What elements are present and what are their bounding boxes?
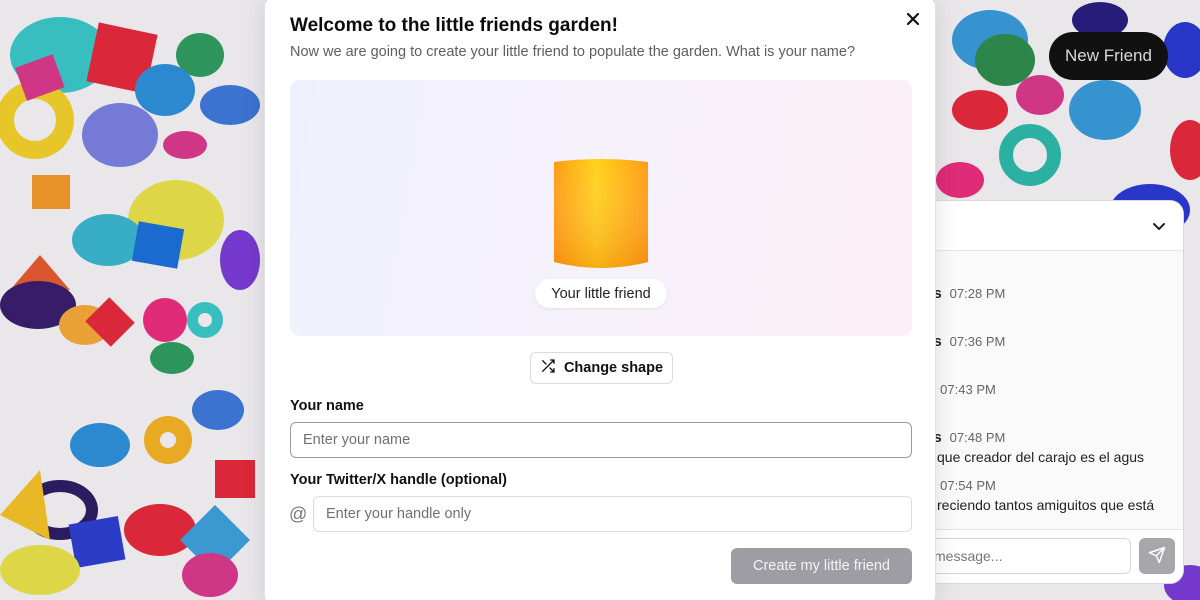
friend-preview: Your little friend [290,80,912,336]
send-button[interactable] [1139,538,1175,574]
create-friend-dialog: Welcome to the little friends garden! No… [264,0,936,600]
change-shape-label: Change shape [563,360,664,376]
message-time: 07:54 PM [940,478,996,493]
friend-shape-cylinder [554,159,648,268]
name-label: Your name [290,398,364,414]
message-time: 07:48 PM [949,430,1006,445]
close-icon[interactable] [903,9,923,29]
at-sign-prefix: @ [289,504,308,524]
name-input[interactable] [290,422,912,458]
change-shape-button[interactable]: Change shape [530,352,673,384]
handle-label: Your Twitter/X handle (optional) [290,472,507,488]
new-friend-button[interactable]: New Friend [1049,32,1168,80]
message-text: que creador del carajo es el agus [937,449,1145,465]
handle-input[interactable] [313,496,912,532]
chevron-down-icon[interactable] [1149,216,1169,236]
message-time: 07:43 PM [940,382,996,397]
message-text: reciendo tantos amiguitos que está [937,497,1155,513]
dialog-title: Welcome to the little friends garden! [290,15,618,36]
dialog-subtitle: Now we are going to create your little f… [290,44,856,60]
message-time: 07:36 PM [949,334,1006,349]
shuffle-icon [540,358,556,378]
chat-messages: ous 07:28 PM ous 07:36 PM ti 07:43 PM ou… [901,251,1183,531]
message-time: 07:28 PM [949,286,1006,301]
chat-header: : [901,201,1183,251]
send-icon [1148,546,1166,567]
chat-message-input[interactable] [921,538,1131,574]
chat-panel: : ous 07:28 PM ous 07:36 PM ti 07:43 PM … [900,200,1184,584]
create-friend-button[interactable]: Create my little friend [731,548,912,584]
chat-input-row [901,529,1183,583]
preview-label: Your little friend [535,279,667,308]
